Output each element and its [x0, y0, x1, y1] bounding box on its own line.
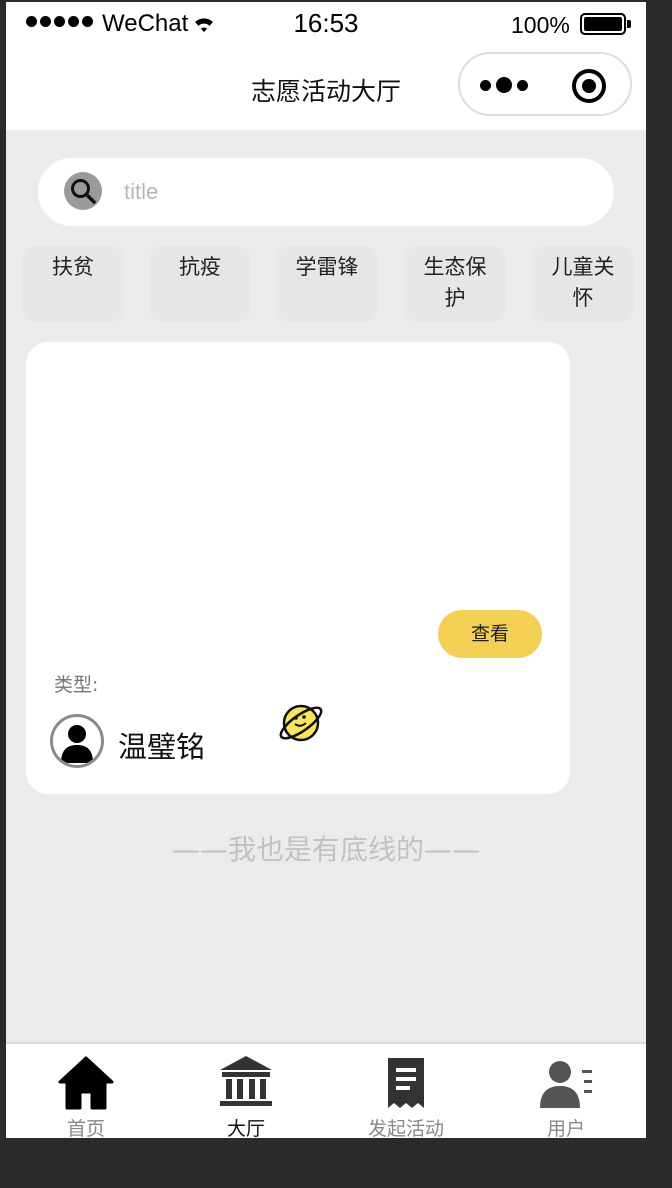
- category-label: 生态保护: [423, 255, 487, 310]
- tab-hall[interactable]: 大厅: [166, 1044, 326, 1138]
- search-input[interactable]: [124, 172, 584, 212]
- category-poverty-relief[interactable]: 扶贫: [22, 246, 124, 322]
- tab-label: 首页: [66, 1118, 105, 1138]
- phone-screen: WeChat 16:53 100% 志愿活动大厅 扶贫: [6, 2, 646, 1138]
- receipt-icon: [388, 1058, 424, 1108]
- search-bar: [38, 158, 614, 226]
- person-icon: [61, 725, 93, 763]
- category-eco-protection[interactable]: 生态保护: [404, 246, 506, 322]
- user-name: 温璧铭: [118, 730, 206, 764]
- category-child-care[interactable]: 儿童关怀: [532, 246, 634, 322]
- activity-type: 类型:: [54, 674, 99, 696]
- home-icon: [58, 1056, 114, 1110]
- tab-home[interactable]: 首页: [6, 1044, 166, 1138]
- category-anti-epidemic[interactable]: 抗疫: [149, 246, 251, 322]
- tab-user[interactable]: 用户: [486, 1044, 646, 1138]
- avatar: [50, 714, 104, 768]
- view-button[interactable]: 查看: [438, 610, 542, 658]
- category-label: 学雷锋: [295, 255, 359, 279]
- tab-create-activity[interactable]: 发起活动: [326, 1044, 486, 1138]
- planet-icon: [279, 704, 323, 742]
- category-label: 扶贫: [52, 255, 94, 279]
- tab-label: 发起活动: [367, 1118, 444, 1138]
- nav-bar: 志愿活动大厅: [6, 46, 646, 130]
- more-icon[interactable]: [480, 76, 530, 96]
- category-lei-feng[interactable]: 学雷锋: [276, 246, 378, 322]
- user-list-icon: [540, 1061, 592, 1108]
- tab-label: 大厅: [226, 1118, 265, 1138]
- category-label: 儿童关怀: [551, 255, 615, 310]
- battery-icon: [580, 13, 631, 35]
- tab-label: 用户: [546, 1118, 585, 1138]
- hall-icon: [220, 1056, 272, 1106]
- category-label: 抗疫: [179, 255, 221, 279]
- close-target-icon[interactable]: [572, 69, 606, 103]
- mini-program-capsule: [458, 52, 632, 116]
- end-of-list-text: ——我也是有底线的——: [171, 833, 480, 866]
- tab-bar: 首页 大厅 发起活动 用户: [6, 1042, 646, 1138]
- search-icon[interactable]: [64, 172, 102, 210]
- battery-percent: 100%: [511, 12, 570, 38]
- category-tabs: 扶贫 抗疫 学雷锋 生态保护 儿童关怀: [22, 246, 646, 324]
- activity-card[interactable]: 查看 类型: 温璧铭: [26, 342, 570, 794]
- status-bar: WeChat 16:53 100%: [6, 2, 646, 46]
